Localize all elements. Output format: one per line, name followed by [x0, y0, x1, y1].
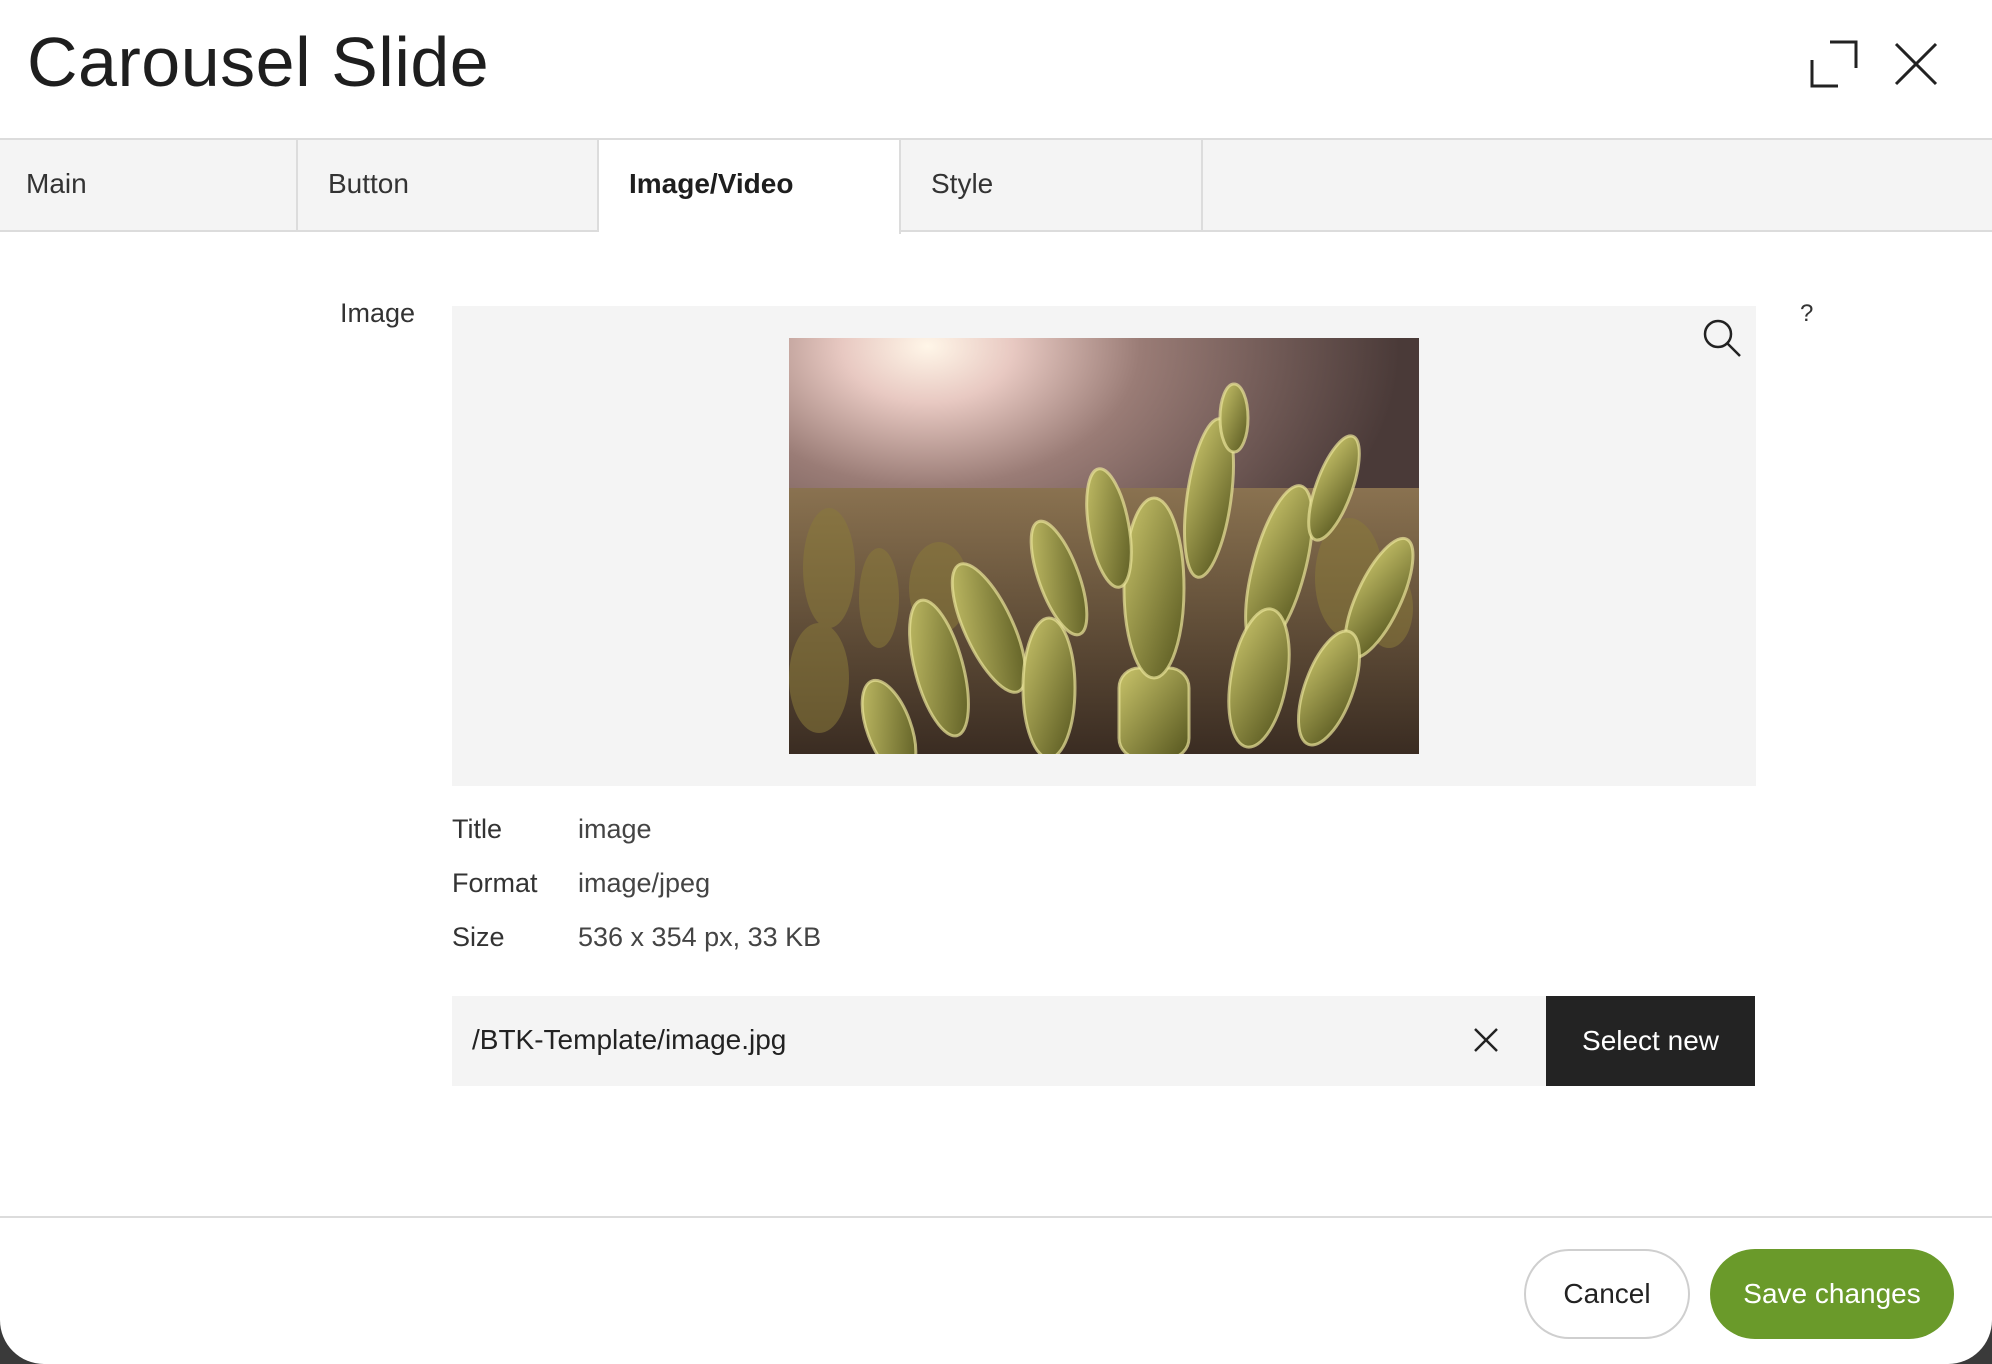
tab-style[interactable]: Style [901, 140, 1203, 232]
tab-bar: Main Button Image/Video Style [0, 140, 1992, 234]
dialog-title: Carousel Slide [27, 23, 490, 101]
expand-button[interactable] [1804, 34, 1864, 94]
help-icon[interactable]: ? [1800, 300, 1813, 328]
zoom-button[interactable] [1700, 316, 1746, 362]
tab-main[interactable]: Main [0, 140, 298, 232]
select-new-button[interactable]: Select new [1546, 996, 1755, 1086]
meta-size-value: 536 x 354 px, 33 KB [578, 922, 822, 952]
save-changes-button[interactable]: Save changes [1710, 1249, 1954, 1339]
close-button[interactable] [1886, 34, 1946, 94]
meta-size-key: Size [452, 922, 505, 952]
close-icon [1474, 1028, 1498, 1052]
image-field-label: Image [340, 298, 416, 328]
image-path-field[interactable]: /BTK-Template/image.jpg [452, 996, 1546, 1086]
tab-button[interactable]: Button [298, 140, 599, 232]
meta-format-key: Format [452, 868, 538, 898]
tab-image-video[interactable]: Image/Video [599, 140, 901, 234]
meta-format-value: image/jpeg [578, 868, 711, 898]
carousel-slide-dialog: Carousel Slide Main Button Image/Video S… [0, 0, 1992, 1364]
dialog-footer [0, 1216, 1992, 1364]
image-thumbnail [789, 338, 1419, 754]
search-icon [1703, 319, 1741, 357]
cancel-button[interactable]: Cancel [1524, 1249, 1690, 1339]
meta-title-value: image [578, 814, 652, 844]
image-path-value: /BTK-Template/image.jpg [472, 1024, 787, 1055]
cactus-photo [789, 338, 1419, 754]
meta-title-key: Title [452, 814, 503, 844]
close-icon [1894, 42, 1938, 86]
expand-icon [1810, 40, 1858, 88]
clear-image-button[interactable] [1468, 1022, 1504, 1058]
dialog-header: Carousel Slide [0, 0, 1992, 140]
